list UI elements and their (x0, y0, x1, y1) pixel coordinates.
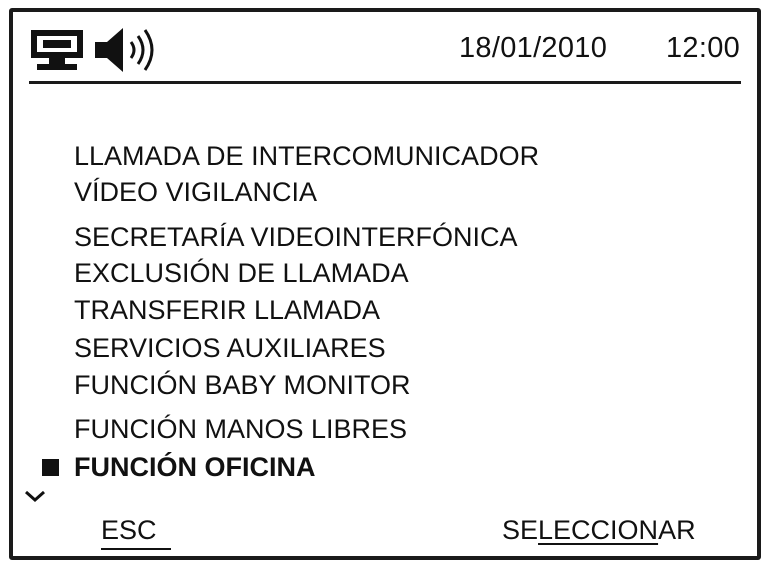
select-label-start: SE (502, 515, 539, 545)
status-divider (29, 81, 741, 84)
chevron-down-icon[interactable] (23, 488, 47, 504)
intercom-network-icon (31, 30, 83, 70)
display-screen: 18/01/2010 12:00 LLAMADA DE INTERCOMUNIC… (9, 8, 761, 560)
esc-button[interactable]: ESC (101, 515, 171, 550)
select-button[interactable]: SELECCIONAR (502, 515, 696, 546)
menu-item-label: FUNCIÓN OFICINA (74, 452, 316, 482)
menu-item-video-answering[interactable]: SECRETARÍA VIDEOINTERFÓNICA (74, 220, 518, 254)
time-display: 12:00 (666, 32, 741, 64)
menu-item-transfer-call[interactable]: TRANSFERIR LLAMADA (74, 293, 380, 327)
date-display: 18/01/2010 (459, 32, 608, 64)
status-bar: 18/01/2010 12:00 (13, 12, 757, 84)
speaker-volume-icon (95, 28, 154, 72)
menu-item-office-function[interactable]: FUNCIÓN OFICINA (42, 450, 316, 484)
menu-item-video-surveillance[interactable]: VÍDEO VIGILANCIA (74, 175, 317, 209)
select-label-end: AR (658, 515, 696, 545)
menu-item-call-exclusion[interactable]: EXCLUSIÓN DE LLAMADA (74, 256, 409, 290)
menu-item-hands-free[interactable]: FUNCIÓN MANOS LIBRES (74, 412, 407, 446)
menu-item-auxiliary-services[interactable]: SERVICIOS AUXILIARES (74, 331, 386, 365)
esc-label: ESC (101, 515, 171, 550)
selection-marker (42, 459, 59, 476)
menu-item-baby-monitor[interactable]: FUNCIÓN BABY MONITOR (74, 368, 411, 402)
menu-item-intercom-call[interactable]: LLAMADA DE INTERCOMUNICADOR (74, 139, 539, 173)
select-label-middle: LECCION (538, 515, 659, 545)
